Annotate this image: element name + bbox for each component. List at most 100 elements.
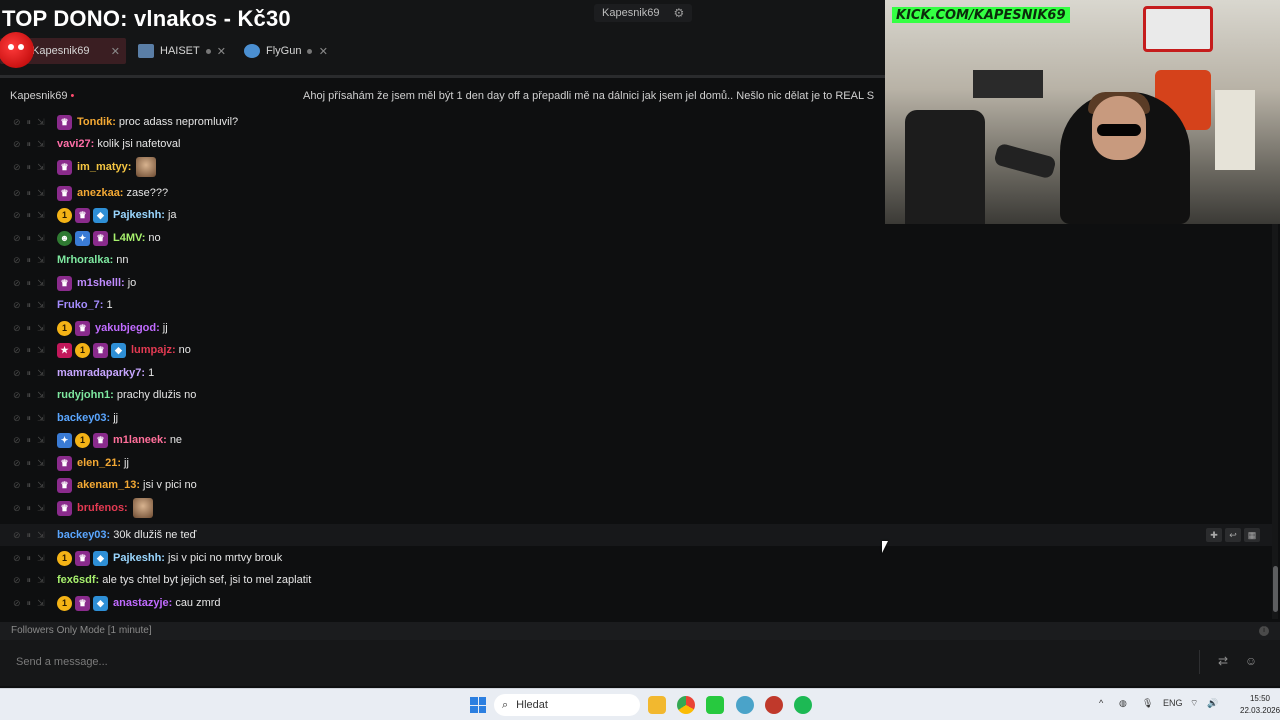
- timeout-icon[interactable]: ⏸: [27, 553, 32, 564]
- chat-message[interactable]: ⊘ ⏸ ⇲ backey03: jj: [0, 407, 1272, 429]
- timeout-icon[interactable]: ⏸: [27, 139, 32, 150]
- chat-message[interactable]: ⊘ ⏸ ⇲ ♛ elen_21: jj: [0, 452, 1272, 474]
- timeout-icon[interactable]: ⏸: [27, 503, 32, 514]
- timeout-icon[interactable]: ⏸: [27, 188, 32, 199]
- wifi-icon[interactable]: ⌔: [1190, 698, 1198, 709]
- delete-icon[interactable]: ⇲: [37, 300, 45, 311]
- delete-icon[interactable]: ⇲: [37, 435, 45, 446]
- ban-icon[interactable]: ⊘: [13, 553, 21, 564]
- chat-message[interactable]: ⊘ ⏸ ⇲ 1 ♛ ◆ anastazyje: cau zmrd: [0, 592, 1272, 614]
- network-shield-icon[interactable]: ◍: [1119, 698, 1127, 709]
- delete-icon[interactable]: ⇲: [37, 255, 45, 266]
- delete-icon[interactable]: ⇲: [37, 188, 45, 199]
- delete-icon[interactable]: ⇲: [37, 503, 45, 514]
- chat-message[interactable]: ⊘ ⏸ ⇲ backey03: 30k dlužiš ne teď ✚ ↩ ▦: [0, 524, 1272, 546]
- ban-icon[interactable]: ⊘: [13, 323, 21, 334]
- ban-icon[interactable]: ⊘: [13, 368, 21, 379]
- speaker-icon[interactable]: 🔊: [1207, 698, 1218, 709]
- timeout-icon[interactable]: ⏸: [27, 480, 32, 491]
- close-icon[interactable]: ✕: [111, 45, 120, 58]
- info-icon[interactable]: i: [1259, 626, 1269, 636]
- chat-username[interactable]: anastazyje:: [113, 597, 172, 609]
- timeout-icon[interactable]: ⏸: [27, 530, 32, 541]
- ban-icon[interactable]: ⊘: [13, 598, 21, 609]
- ban-icon[interactable]: ⊘: [13, 480, 21, 491]
- ban-icon[interactable]: ⊘: [13, 435, 21, 446]
- microphone-icon[interactable]: 🎙: [1142, 698, 1153, 709]
- file-explorer-icon[interactable]: [648, 696, 666, 714]
- timeout-icon[interactable]: ⏸: [27, 598, 32, 609]
- ban-icon[interactable]: ⊘: [13, 188, 21, 199]
- ban-icon[interactable]: ⊘: [13, 278, 21, 289]
- chat-message[interactable]: ⊘ ⏸ ⇲ mamradaparky7: 1: [0, 362, 1272, 384]
- chat-message[interactable]: ⊘ ⏸ ⇲ 1 ♛ yakubjegod: jj: [0, 317, 1272, 339]
- chat-username[interactable]: L4MV:: [113, 232, 145, 244]
- delete-icon[interactable]: ⇲: [37, 345, 45, 356]
- gear-icon[interactable]: ⚙: [674, 6, 685, 20]
- ban-icon[interactable]: ⊘: [13, 233, 21, 244]
- chat-username[interactable]: backey03:: [57, 529, 110, 541]
- close-icon[interactable]: ✕: [319, 45, 328, 58]
- language-indicator[interactable]: ENG: [1163, 698, 1183, 708]
- ban-icon[interactable]: ⊘: [13, 300, 21, 311]
- delete-icon[interactable]: ⇲: [37, 323, 45, 334]
- chrome-icon[interactable]: [677, 696, 695, 714]
- more-icon[interactable]: ▦: [1244, 528, 1260, 542]
- timeout-icon[interactable]: ⏸: [27, 233, 32, 244]
- chat-username[interactable]: Fruko_7:: [57, 299, 103, 311]
- delete-icon[interactable]: ⇲: [37, 480, 45, 491]
- timeout-icon[interactable]: ⏸: [27, 345, 32, 356]
- ban-icon[interactable]: ⊘: [13, 390, 21, 401]
- timeout-icon[interactable]: ⏸: [27, 575, 32, 586]
- tab-haiset[interactable]: HAISET ✕: [132, 38, 232, 64]
- timeout-icon[interactable]: ⏸: [27, 323, 32, 334]
- chat-username[interactable]: lumpajz:: [131, 344, 176, 356]
- chat-message[interactable]: ⊘ ⏸ ⇲ 1 ♛ ◆ Pajkeshh: jsi v pici no mrtvy brouk: [0, 547, 1272, 569]
- delete-icon[interactable]: ⇲: [37, 162, 45, 173]
- ban-icon[interactable]: ⊘: [13, 117, 21, 128]
- emote-picker-icon[interactable]: ☺: [1242, 654, 1260, 670]
- ban-icon[interactable]: ⊘: [13, 255, 21, 266]
- chat-username[interactable]: mamradaparky7:: [57, 367, 145, 379]
- delete-icon[interactable]: ⇲: [37, 553, 45, 564]
- spotify-icon[interactable]: [794, 696, 812, 714]
- chat-username[interactable]: m1laneek:: [113, 434, 167, 446]
- chat-username[interactable]: anezkaa:: [77, 187, 123, 199]
- taskbar-search[interactable]: ⌕ Hledat: [494, 694, 640, 716]
- ban-icon[interactable]: ⊘: [13, 139, 21, 150]
- chat-username[interactable]: akenam_13:: [77, 479, 140, 491]
- delete-icon[interactable]: ⇲: [37, 368, 45, 379]
- delete-icon[interactable]: ⇲: [37, 210, 45, 221]
- chevron-up-icon[interactable]: ^: [1099, 698, 1103, 708]
- chat-message[interactable]: ⊘ ⏸ ⇲ ♛ akenam_13: jsi v pici no: [0, 474, 1272, 496]
- chat-username[interactable]: Tondik:: [77, 116, 116, 128]
- timeout-icon[interactable]: ⏸: [27, 210, 32, 221]
- delete-icon[interactable]: ⇲: [37, 598, 45, 609]
- timeout-icon[interactable]: ⏸: [27, 368, 32, 379]
- pin-icon[interactable]: ✚: [1206, 528, 1222, 542]
- kick-app-icon[interactable]: [706, 696, 724, 714]
- reply-icon[interactable]: ↩: [1225, 528, 1241, 542]
- chat-message[interactable]: ⊘ ⏸ ⇲ ♛ brufenos:: [0, 497, 1272, 519]
- delete-icon[interactable]: ⇲: [37, 278, 45, 289]
- ban-icon[interactable]: ⊘: [13, 575, 21, 586]
- chat-username[interactable]: Pajkeshh:: [113, 552, 165, 564]
- chat-message[interactable]: ⊘ ⏸ ⇲ Fruko_7: 1: [0, 294, 1272, 316]
- message-input[interactable]: [6, 644, 1198, 680]
- channel-switcher[interactable]: Kapesnik69 ⚙: [594, 4, 693, 22]
- tab-flygun[interactable]: FlyGun ✕: [238, 38, 334, 64]
- chat-message[interactable]: ⊘ ⏸ ⇲ ✦ 1 ♛ m1laneek: ne: [0, 429, 1272, 451]
- delete-icon[interactable]: ⇲: [37, 139, 45, 150]
- ban-icon[interactable]: ⊘: [13, 530, 21, 541]
- timeout-icon[interactable]: ⏸: [27, 162, 32, 173]
- timeout-icon[interactable]: ⏸: [27, 117, 32, 128]
- timeout-icon[interactable]: ⏸: [27, 458, 32, 469]
- delete-icon[interactable]: ⇲: [37, 413, 45, 424]
- delete-icon[interactable]: ⇲: [37, 390, 45, 401]
- chat-username[interactable]: elen_21:: [77, 457, 121, 469]
- delete-icon[interactable]: ⇲: [37, 458, 45, 469]
- timeout-icon[interactable]: ⏸: [27, 435, 32, 446]
- app-icon[interactable]: [736, 696, 754, 714]
- chat-username[interactable]: vavi27:: [57, 138, 94, 150]
- timeout-icon[interactable]: ⏸: [27, 255, 32, 266]
